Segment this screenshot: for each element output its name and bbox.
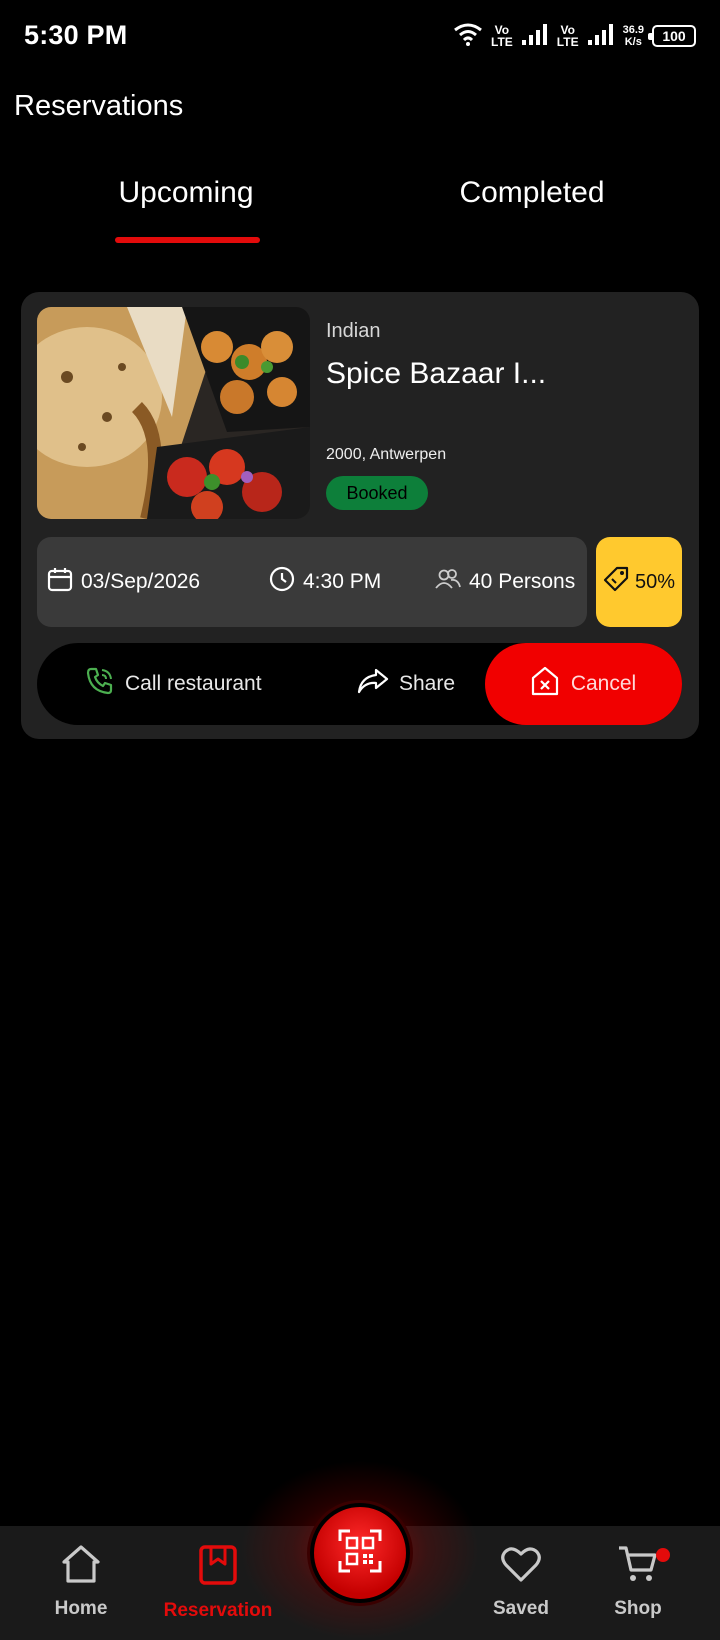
restaurant-name: Spice Bazaar I... (326, 357, 547, 390)
reservation-card[interactable]: Indian Spice Bazaar I... 2000, Antwerpen… (21, 292, 699, 739)
nav-home-label: Home (54, 1598, 108, 1619)
volte-indicator-1: Vo LTE (491, 23, 513, 49)
nav-reservation-label: Reservation (163, 1600, 273, 1621)
signal-icon-2 (587, 22, 615, 51)
nav-shop[interactable]: Shop (568, 1544, 708, 1620)
call-restaurant-button[interactable]: Call restaurant (85, 643, 262, 725)
people-icon (435, 568, 461, 596)
share-button[interactable]: Share (357, 643, 455, 725)
calendar-icon (47, 566, 73, 598)
nav-saved-label: Saved (493, 1598, 549, 1619)
status-badge: Booked (326, 476, 428, 510)
cancel-reservation-button[interactable]: Cancel (485, 643, 682, 725)
tab-completed[interactable]: Completed (432, 176, 632, 210)
reservation-date: 03/Sep/2026 (47, 537, 200, 627)
nav-shop-label: Shop (614, 1598, 662, 1619)
reservation-time: 4:30 PM (269, 537, 381, 627)
restaurant-image (37, 307, 310, 519)
discount-tag-icon (603, 566, 629, 598)
nav-home[interactable]: Home (11, 1544, 151, 1620)
qr-scan-button[interactable] (310, 1503, 410, 1603)
active-tab-indicator (115, 237, 260, 243)
status-bar: 5:30 PM Vo LTE Vo LTE 36.9 K/s 100 (0, 0, 720, 74)
heart-icon (500, 1544, 542, 1590)
phone-icon (85, 666, 115, 702)
call-restaurant-label: Call restaurant (125, 672, 262, 695)
status-time: 5:30 PM (24, 20, 128, 50)
qr-scan-icon (338, 1529, 382, 1578)
share-icon (357, 667, 389, 701)
page-title: Reservations (14, 90, 184, 122)
cancel-house-icon (531, 666, 559, 702)
reservation-persons: 40 Persons (435, 537, 575, 627)
cancel-label: Cancel (570, 672, 637, 695)
cuisine-label: Indian (326, 320, 381, 342)
status-icons: Vo LTE Vo LTE 36.9 K/s 100 (453, 20, 696, 52)
volte-indicator-2: Vo LTE (556, 23, 579, 49)
battery-icon: 100 (648, 25, 696, 47)
discount-badge: 50% (596, 537, 682, 627)
cart-icon (617, 1544, 659, 1590)
home-icon (60, 1544, 102, 1590)
network-speed: 36.9 K/s (622, 24, 644, 48)
share-label: Share (399, 672, 456, 695)
reservation-time-text: 4:30 PM (303, 570, 382, 593)
clock-icon (269, 566, 295, 598)
wifi-icon (453, 22, 483, 51)
discount-text: 50% (634, 570, 676, 593)
reservation-actions: Call restaurant Share Cancel (37, 643, 682, 725)
reservation-persons-text: 40 Persons (469, 570, 576, 593)
signal-icon-1 (521, 22, 549, 51)
reservation-details: 03/Sep/2026 4:30 PM 40 Persons (37, 537, 587, 627)
reservation-tabs: Upcoming Completed (0, 176, 720, 246)
bookmark-icon (198, 1544, 238, 1592)
restaurant-address: 2000, Antwerpen (326, 446, 447, 463)
tab-upcoming[interactable]: Upcoming (86, 176, 286, 210)
cart-notification-dot (656, 1548, 670, 1562)
reservation-date-text: 03/Sep/2026 (81, 570, 201, 593)
